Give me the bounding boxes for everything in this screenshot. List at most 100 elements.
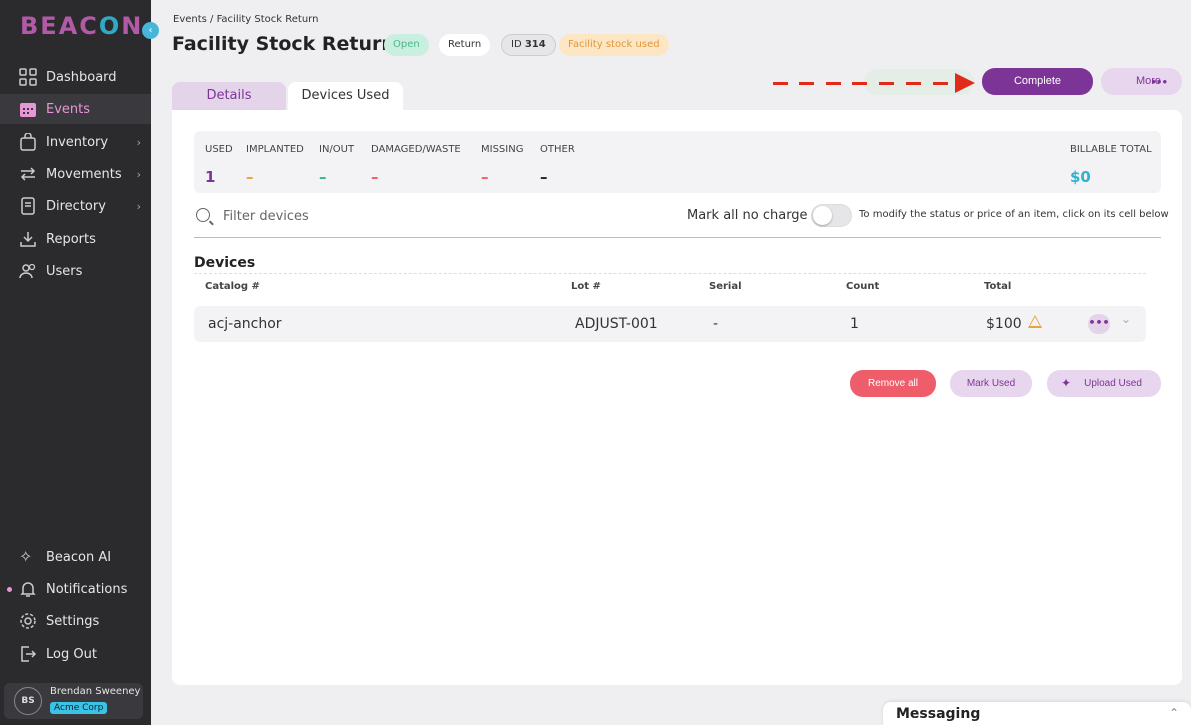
tab-details[interactable]: Details (172, 82, 286, 110)
annotation-arrow-dash (799, 82, 814, 85)
complete-button[interactable]: Complete (982, 68, 1093, 95)
annotation-arrow-head (955, 73, 975, 93)
bag-icon (20, 133, 36, 151)
stat-label-used: USED (205, 144, 233, 155)
no-charge-toggle[interactable] (811, 204, 852, 227)
cell-lot[interactable]: ADJUST-001 (575, 316, 658, 332)
filter-underline (194, 237, 1161, 238)
stat-value-implanted: – (246, 168, 254, 186)
sidebar-item-label: Notifications (46, 581, 128, 597)
table-row[interactable]: acj-anchor ADJUST-001 - 1 $100 ••• ⌄ (194, 306, 1146, 342)
stat-label-damaged: DAMAGED/WASTE (371, 144, 461, 155)
sidebar-item-beacon-ai[interactable]: ✧ Beacon AI (0, 542, 151, 572)
column-header-count: Count (846, 281, 880, 292)
sidebar-item-label: Beacon AI (46, 549, 112, 565)
stat-label-other: OTHER (540, 144, 575, 155)
type-badge: Return (439, 34, 491, 56)
sidebar-item-directory[interactable]: Directory › (0, 191, 151, 221)
stat-value-used: 1 (205, 168, 216, 186)
sidebar: BEACON ‹ Dashboard Events Inventory › Mo… (0, 0, 159, 725)
cell-count[interactable]: 1 (850, 316, 859, 332)
annotation-arrow-dash (773, 82, 788, 85)
upload-used-button[interactable]: ✦ Upload Used (1047, 370, 1161, 397)
sidebar-item-users[interactable]: Users (0, 256, 151, 286)
sidebar-item-label: Events (46, 101, 91, 117)
sidebar-item-notifications[interactable]: Notifications (0, 574, 151, 604)
column-header-serial: Serial (709, 281, 742, 292)
more-dots-icon: ••• (1151, 74, 1168, 89)
devices-used-panel: USED 1 IMPLANTED – IN/OUT – DAMAGED/WAST… (172, 110, 1182, 685)
sidebar-item-label: Settings (46, 613, 100, 629)
chevron-up-icon[interactable]: ⌃ (1169, 706, 1179, 720)
stats-bar: USED 1 IMPLANTED – IN/OUT – DAMAGED/WAST… (194, 131, 1161, 193)
collapse-sidebar-button[interactable]: ‹ (142, 22, 159, 39)
sidebar-item-label: Reports (46, 231, 96, 247)
user-name: Brendan Sweeney (50, 686, 141, 697)
cell-catalog[interactable]: acj-anchor (208, 316, 282, 332)
stat-label-missing: MISSING (481, 144, 524, 155)
section-divider (194, 273, 1146, 274)
logout-icon (21, 646, 37, 662)
edit-hint: To modify the status or price of an item… (859, 209, 1169, 220)
grid-icon (19, 68, 37, 86)
download-icon (20, 232, 36, 247)
row-more-button[interactable]: ••• (1088, 314, 1110, 334)
beacon-logo[interactable]: BEACON (20, 12, 143, 40)
chevron-down-icon[interactable]: ⌄ (1121, 312, 1131, 326)
page-title: Facility Stock Return (172, 33, 395, 55)
cell-total[interactable]: $100 (986, 316, 1022, 332)
filter-devices-input[interactable] (223, 207, 523, 225)
column-header-catalog: Catalog # (205, 281, 260, 292)
user-card[interactable]: BS Brendan Sweeney Acme Corp (4, 683, 143, 719)
annotation-arrow-dash (933, 82, 948, 85)
toggle-knob (813, 206, 832, 225)
sidebar-item-logout[interactable]: Log Out (0, 639, 151, 669)
chevron-right-icon: › (136, 199, 141, 213)
sidebar-item-label: Inventory (46, 134, 109, 150)
column-header-lot: Lot # (571, 281, 601, 292)
messaging-title: Messaging (896, 706, 981, 722)
sidebar-item-settings[interactable]: Settings (0, 606, 151, 636)
id-label: ID (511, 39, 522, 50)
id-badge: ID 314 (501, 34, 556, 56)
calendar-icon (20, 103, 36, 117)
sidebar-item-events[interactable]: Events (0, 94, 151, 124)
column-header-total: Total (984, 281, 1012, 292)
sparkle-icon: ✧ (19, 547, 33, 566)
sidebar-item-label: Directory (46, 198, 106, 214)
cell-serial[interactable]: - (713, 316, 718, 332)
facility-stock-badge: Facility stock used (559, 34, 669, 56)
annotation-arrow-dash (826, 82, 841, 85)
stat-value-in-out: – (319, 168, 327, 186)
sidebar-item-movements[interactable]: Movements › (0, 159, 151, 189)
sidebar-item-reports[interactable]: Reports (0, 224, 151, 254)
more-button[interactable]: More ••• (1101, 68, 1182, 95)
avatar: BS (14, 687, 42, 715)
stat-label-billable: BILLABLE TOTAL (1070, 144, 1152, 155)
remove-all-button[interactable]: Remove all (850, 370, 936, 397)
stat-value-damaged: – (371, 168, 379, 186)
org-badge: Acme Corp (50, 702, 108, 714)
mark-used-button[interactable]: Mark Used (950, 370, 1032, 397)
warning-icon (1028, 315, 1042, 328)
breadcrumb[interactable]: Events / Facility Stock Return (173, 14, 318, 25)
sidebar-item-inventory[interactable]: Inventory › (0, 127, 151, 157)
stat-value-other: – (540, 168, 548, 186)
sidebar-item-label: Users (46, 263, 83, 279)
sidebar-item-label: Log Out (46, 646, 97, 662)
gear-icon (20, 613, 36, 629)
tab-devices-used[interactable]: Devices Used (288, 82, 403, 110)
annotation-arrow-dash (879, 82, 894, 85)
messaging-panel[interactable]: Messaging ⌃ (883, 702, 1191, 725)
users-icon (19, 263, 36, 279)
book-icon (21, 197, 35, 215)
sparkle-icon: ✦ (1061, 376, 1072, 390)
annotation-arrow-dash (852, 82, 867, 85)
devices-section-title: Devices (194, 255, 256, 271)
stat-value-missing: – (481, 168, 489, 186)
stat-label-implanted: IMPLANTED (246, 144, 304, 155)
sidebar-item-dashboard[interactable]: Dashboard (0, 62, 151, 92)
sidebar-item-label: Dashboard (46, 69, 117, 85)
search-icon (196, 208, 210, 222)
no-charge-label: Mark all no charge (687, 208, 808, 223)
